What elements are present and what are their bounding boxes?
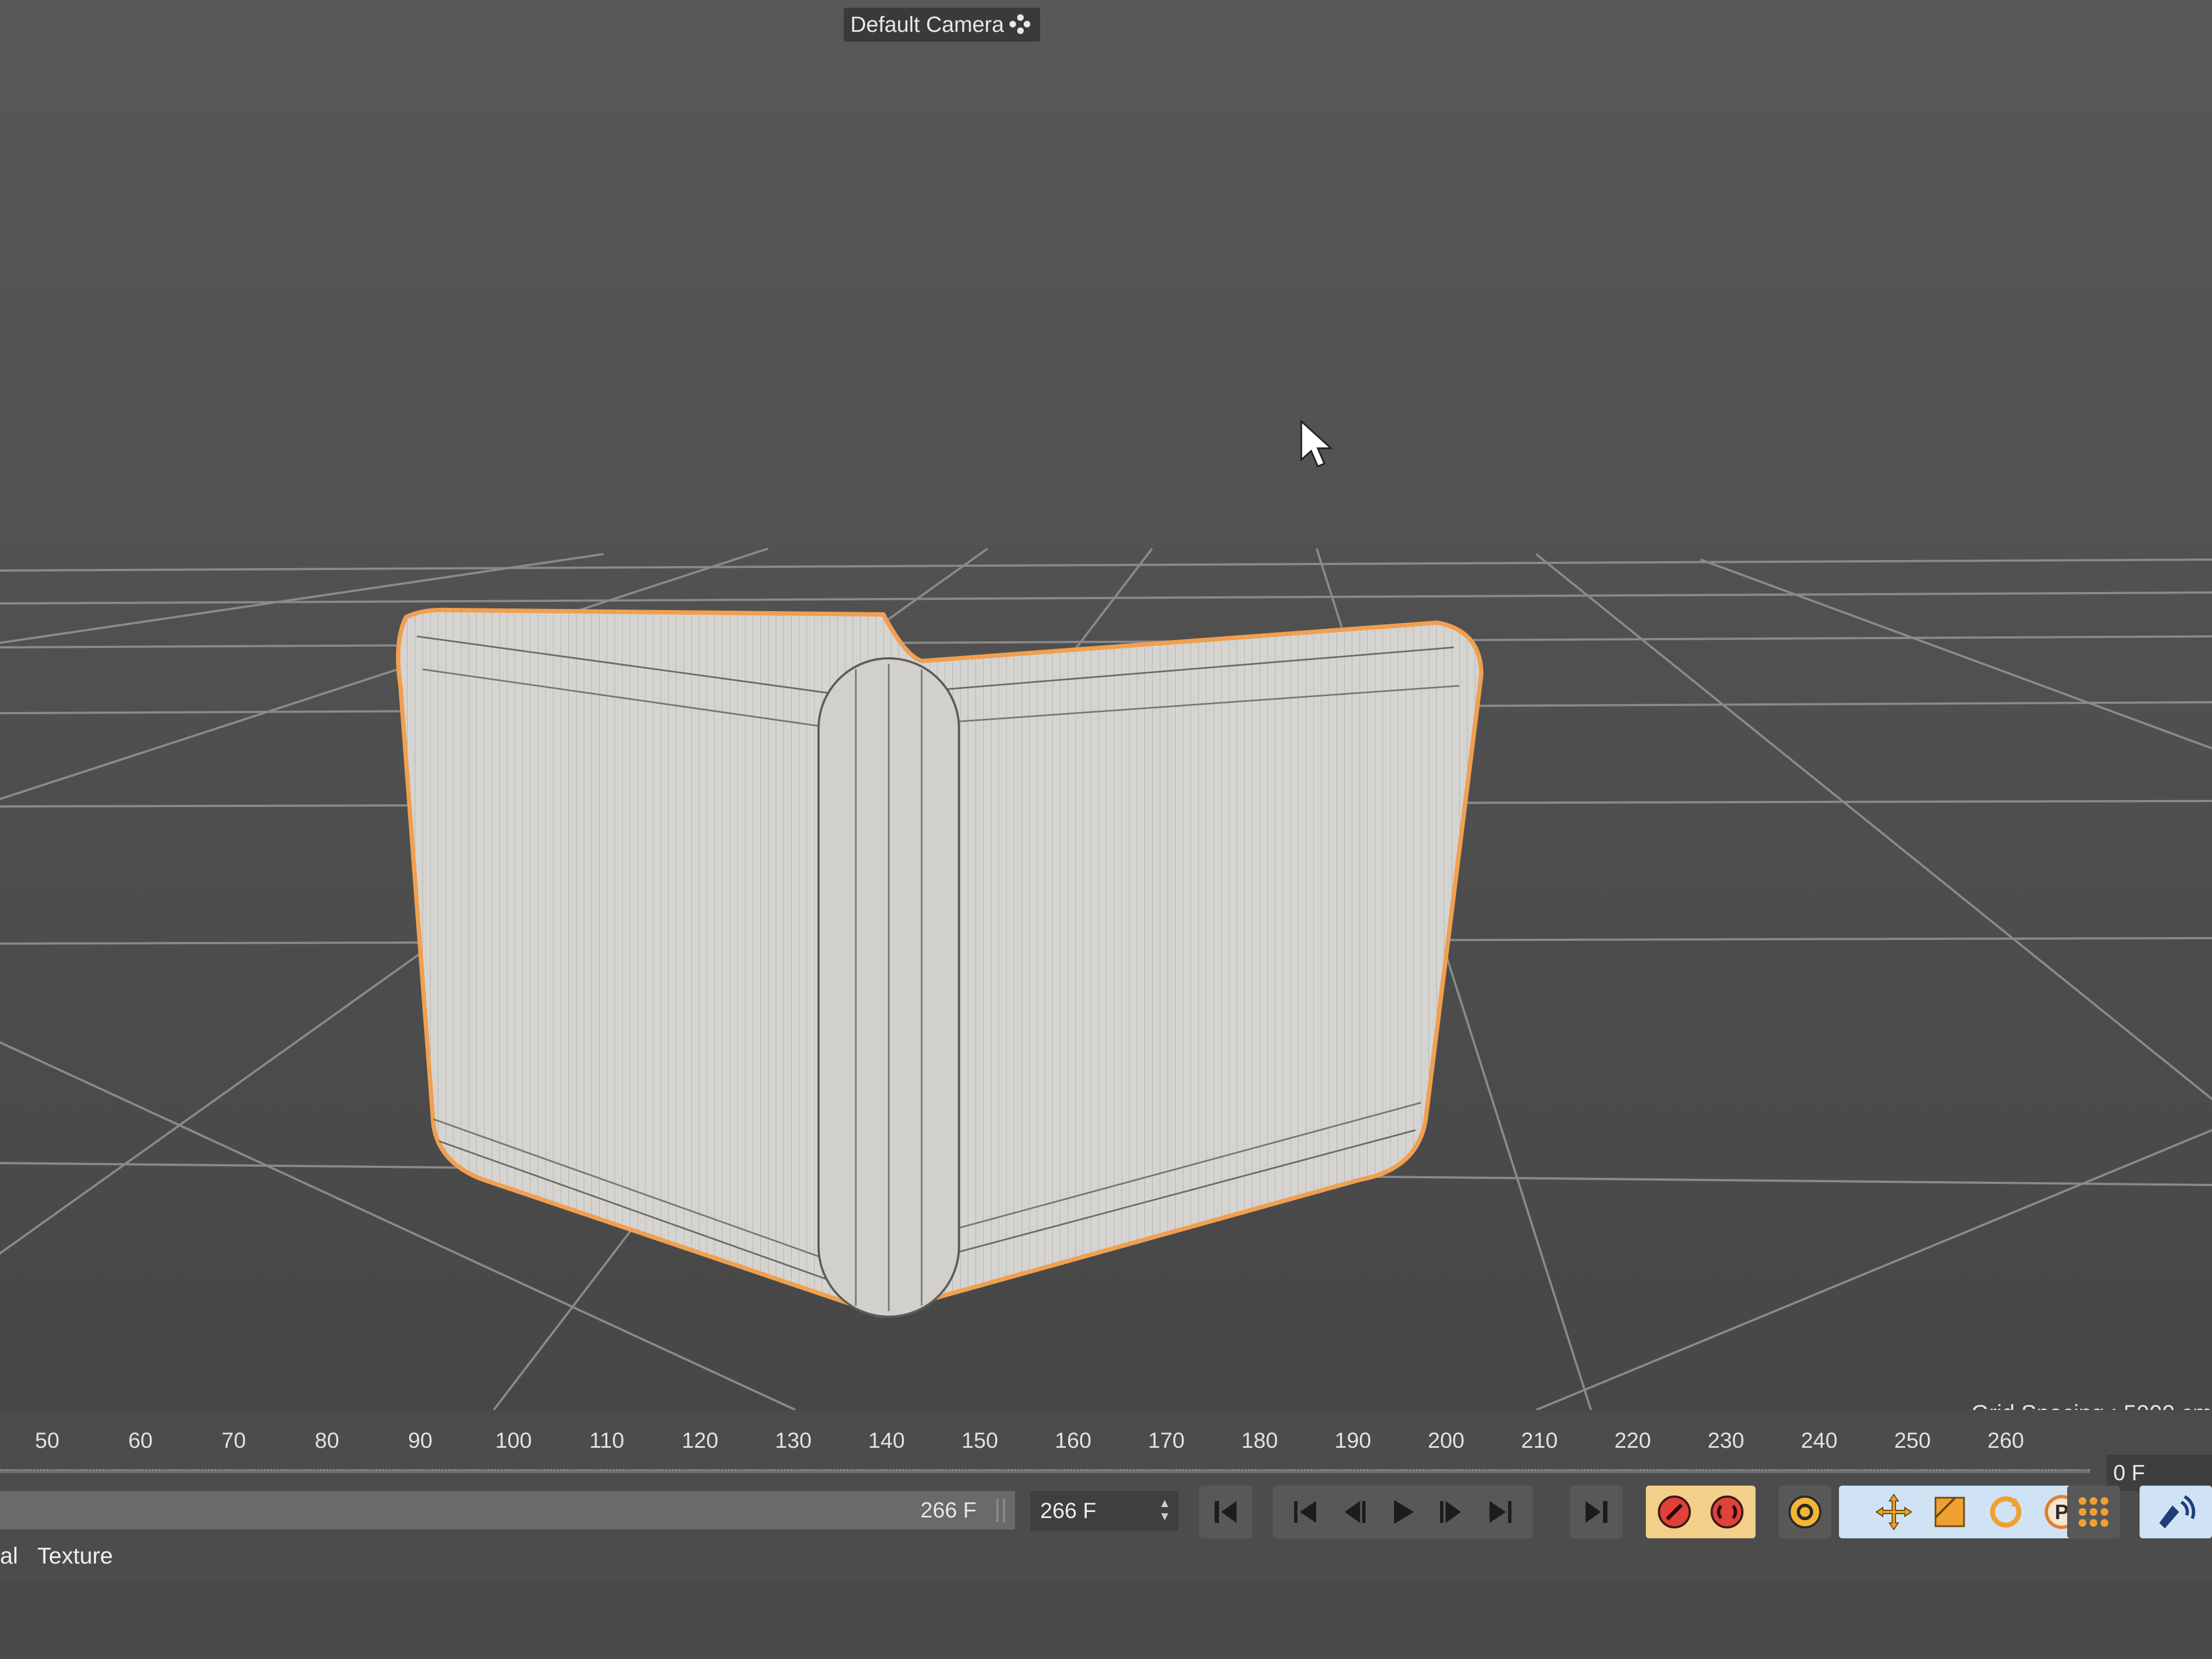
ruler-tick-label: 120: [681, 1429, 719, 1453]
autokeying-button[interactable]: [1701, 1486, 1753, 1538]
position-track-icon[interactable]: [1872, 1490, 1916, 1534]
ruler-tick-label: 80: [314, 1429, 340, 1453]
end-frame-value: 266 F: [1040, 1499, 1097, 1523]
rotation-track-icon[interactable]: [1984, 1490, 2028, 1534]
ruler-tick-label: 220: [1614, 1429, 1651, 1453]
autokeying-icon: [1711, 1496, 1743, 1528]
ruler-track: [0, 1469, 2090, 1473]
play-icon[interactable]: [1386, 1497, 1419, 1527]
ruler-tick-label: 210: [1521, 1429, 1558, 1453]
range-end-label: 266 F: [920, 1498, 977, 1522]
attribute-panel-area: [0, 1580, 2212, 1659]
camera-dots-icon: [1009, 14, 1031, 35]
tab-material[interactable]: al: [0, 1543, 18, 1569]
go-to-start-icon: [1215, 1501, 1237, 1523]
ruler-tick-label: 100: [495, 1429, 532, 1453]
ruler-tick-label: 110: [589, 1429, 624, 1453]
ruler-tick-label: 190: [1334, 1429, 1372, 1453]
record-active-objects-button[interactable]: [1648, 1486, 1701, 1538]
camera-label: Default Camera: [850, 13, 1005, 37]
ruler-tick-label: 170: [1148, 1429, 1185, 1453]
point-level-animation-button[interactable]: [2067, 1486, 2120, 1538]
next-frame-icon[interactable]: [1435, 1497, 1468, 1527]
ruler-tick-label: 160: [1054, 1429, 1092, 1453]
frame-range-slider[interactable]: 266 F: [0, 1491, 1015, 1530]
end-frame-field[interactable]: 266 F ▲ ▼: [1030, 1491, 1178, 1531]
ruler-tick-label: 130: [775, 1429, 812, 1453]
previous-frame-icon[interactable]: [1338, 1497, 1371, 1527]
keyframe-selection-icon: [1788, 1496, 1821, 1528]
ruler-tick-label: 60: [128, 1429, 153, 1453]
ruler-tick-label: 90: [408, 1429, 433, 1453]
previous-key-icon[interactable]: [1290, 1497, 1323, 1527]
ruler-tick-label: 230: [1707, 1429, 1745, 1453]
go-to-end-button[interactable]: [1570, 1486, 1623, 1538]
next-key-icon[interactable]: [1483, 1497, 1516, 1527]
sound-button[interactable]: [2140, 1486, 2212, 1538]
ruler-tick-label: 200: [1427, 1429, 1465, 1453]
go-to-end-icon: [1585, 1501, 1607, 1523]
record-active-objects-icon: [1658, 1496, 1691, 1528]
range-fill: [0, 1491, 1015, 1530]
sound-icon: [2159, 1495, 2196, 1528]
ruler-tick-label: 50: [35, 1429, 60, 1453]
ruler-tick-label: 70: [221, 1429, 246, 1453]
record-group: [1646, 1486, 1756, 1538]
svg-text:P: P: [2055, 1501, 2068, 1524]
ruler-tick-label: 260: [1987, 1429, 2024, 1453]
go-to-start-button[interactable]: [1199, 1486, 1252, 1538]
point-level-animation-icon: [2079, 1497, 2108, 1527]
3d-viewport[interactable]: Default Camera Grid Spacing : 5000 cm: [0, 0, 2212, 1410]
timeline-ruler[interactable]: 50 60 70 80 90 100 110 120 130 140 150 160 170 180 190…: [0, 1415, 2096, 1481]
keyframe-selection-button[interactable]: [1779, 1486, 1831, 1538]
grid-spacing-readout: Grid Spacing : 5000 cm: [1971, 1400, 2212, 1410]
viewport-scene: [0, 0, 2212, 1410]
scale-track-icon[interactable]: [1928, 1490, 1972, 1534]
transport-group: [1273, 1486, 1533, 1538]
ruler-tick-label: 240: [1801, 1429, 1838, 1453]
camera-menu[interactable]: Default Camera: [844, 8, 1041, 42]
range-handle[interactable]: [996, 1499, 1005, 1522]
attribute-tabs: al Texture: [0, 1536, 2212, 1580]
ruler-tick-label: 180: [1241, 1429, 1278, 1453]
cinema4d-window: Default Camera Grid Spacing : 5000 cm 50…: [0, 0, 2212, 1659]
tab-texture[interactable]: Texture: [37, 1543, 113, 1569]
ruler-tick-label: 140: [868, 1429, 905, 1453]
ruler-tick-label: 250: [1894, 1429, 1931, 1453]
ruler-tick-label: 150: [961, 1429, 998, 1453]
spinner-arrows-icon[interactable]: ▲ ▼: [1156, 1497, 1173, 1525]
